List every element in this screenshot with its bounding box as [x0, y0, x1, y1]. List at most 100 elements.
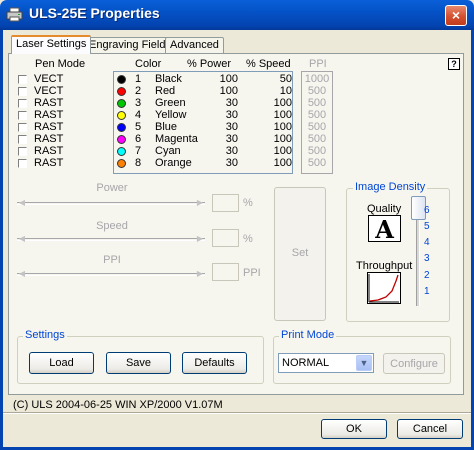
close-button[interactable]: × [445, 5, 467, 26]
ppi-value: 500 [307, 97, 327, 109]
help-button[interactable]: ? [448, 58, 460, 70]
color-swatch-icon [117, 135, 126, 144]
ppi-value: 1000 [304, 73, 330, 85]
ppi-value: 500 [307, 145, 327, 157]
pen-row-3[interactable]: RAST 3 Green 30 100 [18, 97, 298, 109]
pen-color-name: Yellow [155, 109, 187, 121]
left-arrow-icon: ◀ [18, 269, 26, 278]
throughput-preview [367, 272, 401, 304]
quality-letter: A [375, 215, 394, 244]
pen-number: 5 [135, 121, 142, 133]
pen-power: 30 [225, 133, 238, 145]
pen-number: 6 [135, 133, 142, 145]
pen-number: 4 [135, 109, 142, 121]
pen-mode-checkbox[interactable] [18, 111, 27, 120]
save-label: Save [125, 357, 152, 369]
density-tick: 3 [424, 253, 430, 264]
slider-line [17, 202, 205, 205]
pen-mode: RAST [34, 121, 64, 133]
pen-mode: RAST [34, 97, 64, 109]
pen-power: 30 [225, 109, 238, 121]
right-arrow-icon: ▶ [196, 198, 204, 207]
close-icon: × [451, 7, 461, 23]
pen-mode-checkbox[interactable] [18, 75, 27, 84]
pen-number: 3 [135, 97, 142, 109]
configure-button[interactable]: Configure [383, 353, 445, 374]
print-mode-label: Print Mode [279, 329, 337, 341]
pen-mode: RAST [34, 133, 64, 145]
color-swatch-icon [117, 99, 126, 108]
tab-engraving-field[interactable]: Engraving Field [84, 37, 171, 53]
pen-speed: 10 [279, 85, 292, 97]
pen-speed: 50 [279, 73, 292, 85]
pen-mode-checkbox[interactable] [18, 159, 27, 168]
save-button[interactable]: Save [106, 352, 171, 374]
pen-speed: 100 [273, 157, 292, 169]
speed-slider[interactable]: ◀ ▶ [17, 232, 205, 246]
chevron-down-icon: ▼ [356, 355, 372, 371]
pen-number: 1 [135, 73, 142, 85]
cancel-button[interactable]: Cancel [397, 419, 463, 439]
ppi-input[interactable] [212, 263, 239, 281]
pen-power: 30 [225, 97, 238, 109]
slider-line [17, 273, 205, 276]
ppi-value: 500 [307, 85, 327, 97]
tab-label: Engraving Field [89, 39, 166, 51]
color-swatch-icon [117, 147, 126, 156]
tab-label: Advanced [170, 39, 219, 51]
bottom-separator [3, 412, 471, 414]
set-label: Set [291, 247, 309, 259]
ppi-unit: PPI [243, 267, 261, 279]
pen-speed: 100 [273, 97, 292, 109]
pen-color-name: Red [155, 85, 176, 97]
density-tick: 2 [424, 270, 430, 281]
speed-input[interactable] [212, 229, 239, 247]
defaults-button[interactable]: Defaults [182, 352, 247, 374]
ok-button[interactable]: OK [321, 419, 387, 439]
ppi-value: 500 [307, 121, 327, 133]
cancel-label: Cancel [412, 423, 448, 435]
tab-advanced[interactable]: Advanced [165, 37, 224, 53]
pen-color-name: Blue [155, 121, 178, 133]
power-slider[interactable]: ◀ ▶ [17, 196, 205, 210]
pen-mode: VECT [34, 85, 64, 97]
pen-row-4[interactable]: RAST 4 Yellow 30 100 [18, 109, 298, 121]
pen-row-6[interactable]: RAST 6 Magenta 30 100 [18, 133, 298, 145]
print-mode-select[interactable]: NORMAL ▼ [278, 353, 374, 373]
color-swatch-icon [117, 87, 126, 96]
power-input[interactable] [212, 194, 239, 212]
set-button[interactable]: Set [274, 187, 326, 321]
pen-mode-checkbox[interactable] [18, 87, 27, 96]
pen-row-1[interactable]: VECT 1 Black 100 50 [18, 73, 298, 85]
ppi-value: 500 [307, 157, 327, 169]
right-arrow-icon: ▶ [196, 269, 204, 278]
pen-mode-checkbox[interactable] [18, 123, 27, 132]
header-speed: % Speed [246, 58, 291, 70]
pen-row-7[interactable]: RAST 7 Cyan 30 100 [18, 145, 298, 157]
load-button[interactable]: Load [29, 352, 94, 374]
pen-row-5[interactable]: RAST 5 Blue 30 100 [18, 121, 298, 133]
tab-laser-settings[interactable]: Laser Settings [11, 35, 92, 54]
printer-icon [6, 7, 23, 22]
pen-number: 8 [135, 157, 142, 169]
pen-mode-checkbox[interactable] [18, 147, 27, 156]
pen-color-name: Black [155, 73, 182, 85]
header-ppi: PPI [309, 58, 327, 70]
ppi-value: 500 [307, 133, 327, 145]
header-pen-mode: Pen Mode [35, 58, 86, 70]
color-swatch-icon [117, 111, 126, 120]
pen-mode: RAST [34, 157, 64, 169]
pen-color-name: Magenta [155, 133, 198, 145]
pen-mode-checkbox[interactable] [18, 135, 27, 144]
speed-label: Speed [96, 220, 128, 232]
pen-row-8[interactable]: RAST 8 Orange 30 100 [18, 157, 298, 169]
print-mode-value: NORMAL [282, 357, 330, 369]
ppi-slider[interactable]: ◀ ▶ [17, 267, 205, 281]
version-status: (C) ULS 2004-06-25 WIN XP/2000 V1.07M [13, 399, 223, 411]
speed-unit: % [243, 233, 253, 245]
pen-row-2[interactable]: VECT 2 Red 100 10 [18, 85, 298, 97]
pen-color-name: Green [155, 97, 186, 109]
quality-label: Quality [367, 203, 402, 215]
pen-mode-checkbox[interactable] [18, 99, 27, 108]
density-tick: 5 [424, 221, 430, 232]
